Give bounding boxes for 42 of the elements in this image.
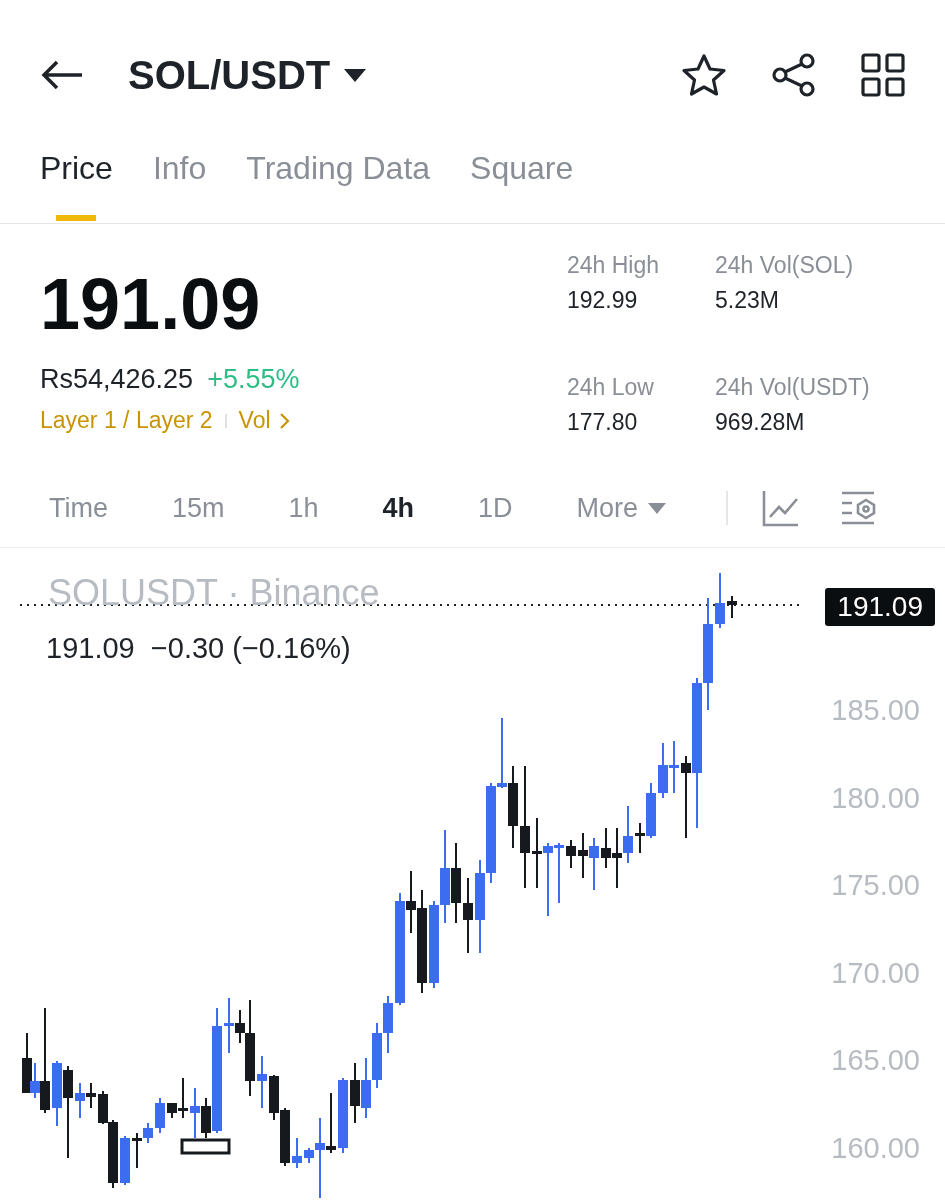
grid-menu-icon[interactable] bbox=[861, 53, 905, 97]
star-icon[interactable] bbox=[681, 53, 727, 97]
chart-legend: 191.09 −0.30 (−0.16%) bbox=[46, 632, 351, 665]
price-change: +5.55% bbox=[207, 364, 300, 395]
price-axis-label: 180.00 bbox=[831, 781, 920, 815]
price-axis-label: 175.00 bbox=[831, 869, 920, 903]
chart-title: SOLUSDT · Binance bbox=[48, 572, 380, 614]
vol-link[interactable]: Vol bbox=[238, 407, 290, 434]
fiat-price: Rs54,426.25 bbox=[40, 364, 194, 395]
price-axis-label: 185.00 bbox=[831, 694, 920, 727]
stat-label: 24h High bbox=[567, 252, 661, 279]
stat-value: 969.28M bbox=[715, 408, 806, 436]
tab[interactable]: Trading Data bbox=[246, 150, 431, 223]
chevron-right-icon bbox=[278, 411, 290, 430]
selection-marker bbox=[180, 1138, 231, 1155]
stat-label: 24h Low bbox=[567, 373, 655, 401]
last-price-tag: 191.09 bbox=[825, 588, 935, 626]
caret-down-icon bbox=[648, 502, 667, 514]
back-arrow-icon[interactable] bbox=[40, 59, 84, 91]
price-axis-label: 160.00 bbox=[831, 1132, 920, 1165]
stat-label: 24h Vol(SOL) bbox=[715, 252, 855, 279]
price-axis-label: 170.00 bbox=[831, 956, 920, 990]
share-icon[interactable] bbox=[771, 53, 817, 97]
tab[interactable]: Square bbox=[470, 150, 574, 223]
price-axis-label: 165.00 bbox=[831, 1044, 920, 1078]
stat-value: 192.99 bbox=[567, 287, 639, 314]
line-chart-icon[interactable] bbox=[762, 489, 801, 527]
interval-tab[interactable]: Time bbox=[49, 492, 108, 524]
stat-value: 177.80 bbox=[567, 408, 639, 436]
interval-tab[interactable]: More bbox=[576, 492, 667, 524]
category-tag[interactable]: Layer 1 / Layer 2 bbox=[40, 407, 213, 434]
last-price: 191.09 bbox=[40, 264, 262, 344]
stat-label: 24h Vol(USDT) bbox=[715, 373, 871, 401]
caret-down-icon bbox=[344, 68, 367, 82]
interval-tab[interactable]: 15m bbox=[172, 492, 225, 524]
interval-tab[interactable]: 4h bbox=[382, 492, 415, 524]
stat-value: 5.23M bbox=[715, 287, 780, 314]
tab[interactable]: Info bbox=[152, 150, 207, 223]
interval-tab[interactable]: 1h bbox=[288, 492, 319, 524]
interval-tab[interactable]: 1D bbox=[478, 492, 513, 524]
pair-selector[interactable]: SOL/USDT bbox=[128, 52, 367, 98]
tab[interactable]: Price bbox=[40, 150, 113, 223]
